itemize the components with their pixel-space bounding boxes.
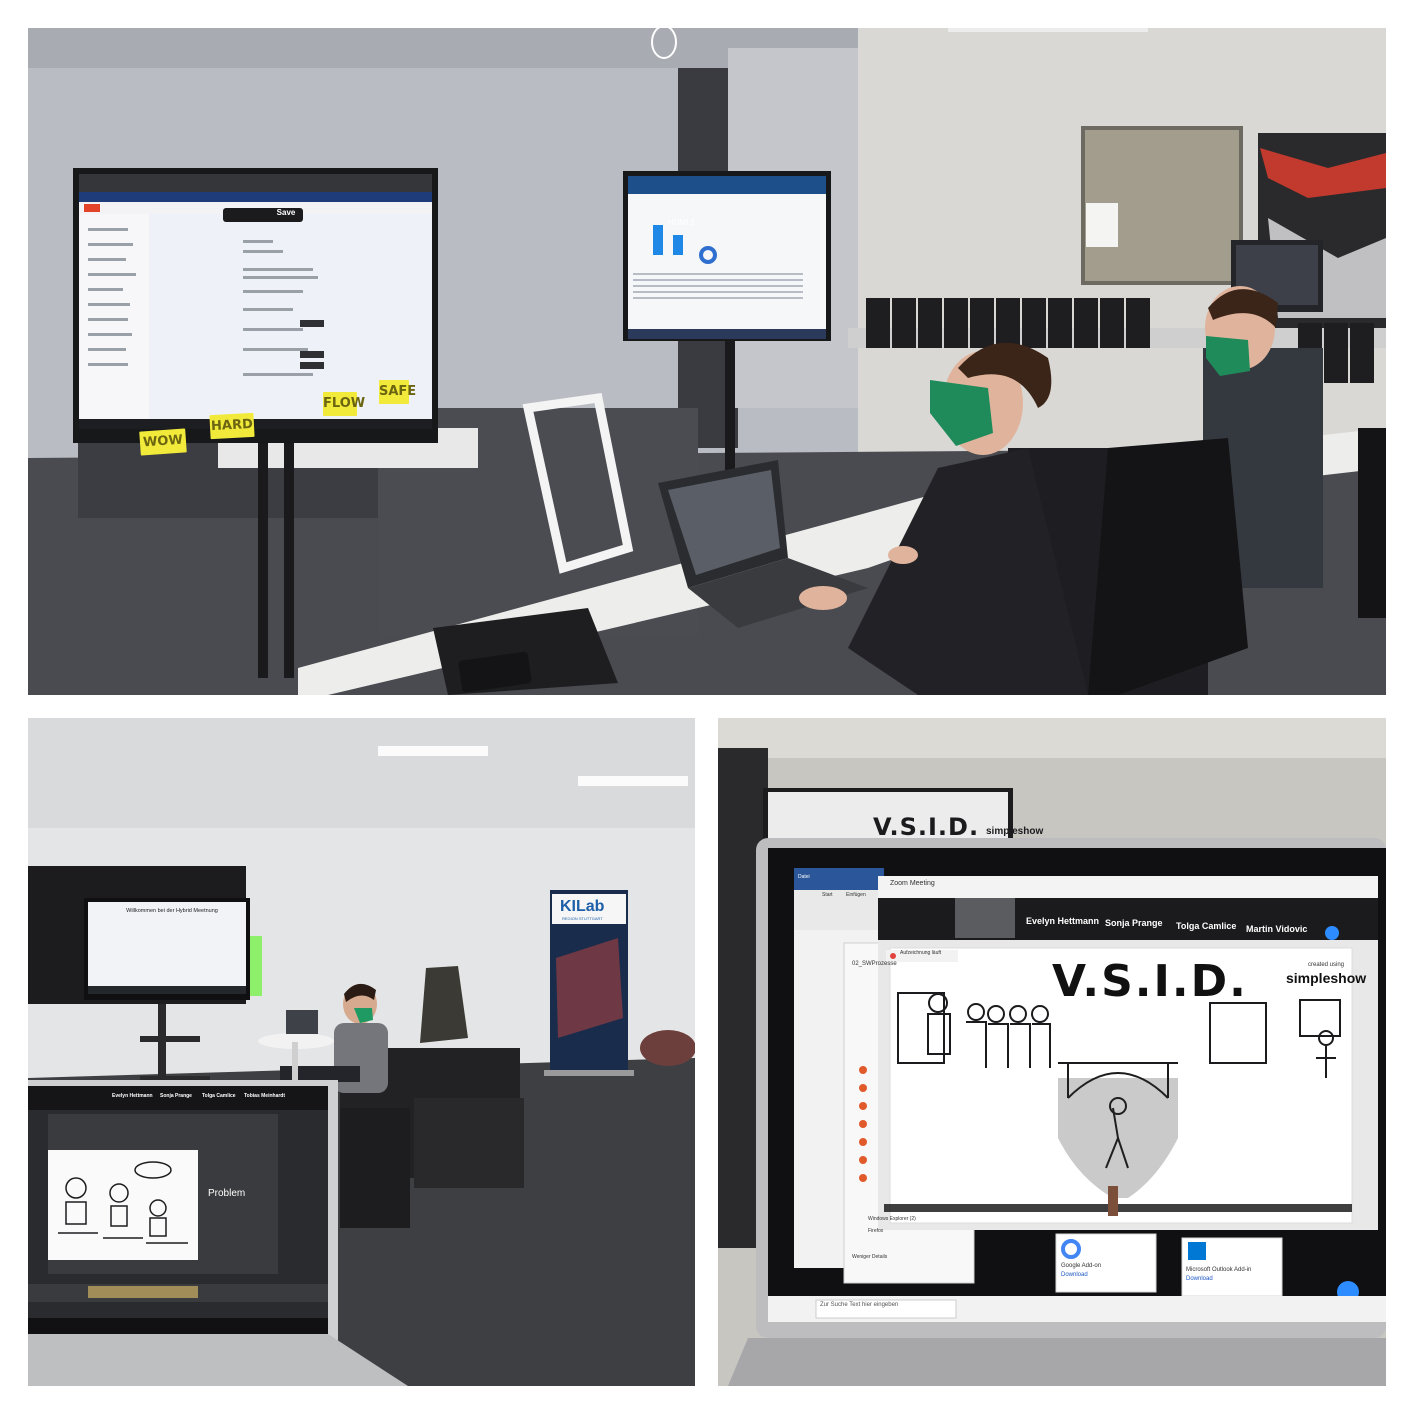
google-addin-download[interactable]: Download (1061, 1272, 1088, 1278)
zoom-participant-strip: Evelyn Hettmann Sonja Prange Tolga Camli… (878, 898, 1378, 938)
participant-name: Evelyn Hettmann (1026, 916, 1100, 926)
participant-name: Tobias Meinhardt (244, 1093, 286, 1099)
participant-name: Tolga Camlice (202, 1093, 236, 1099)
sticky-note-safe: SAFE (379, 380, 416, 404)
simpleshow-logo: simpleshow (1286, 970, 1367, 986)
meeting-room-scene (28, 718, 695, 1386)
banner-subtitle: REGION STUTTGART (562, 916, 603, 921)
zoom-participant-bar: Evelyn Hettmann Sonja Prange Tolga Camli… (68, 1093, 328, 1105)
laptop-scene (718, 718, 1386, 1386)
outlook-addin-download[interactable]: Download (1186, 1276, 1213, 1282)
tv-welcome-heading: Willkommen bei der Hybrid Meetnung (126, 908, 218, 914)
photo-hybrid-meeting-room: Willkommen bei der Hybrid Meetnung KILab… (28, 718, 695, 1386)
photo-office-two-screens: Save HDMI 1 WOW HARD FLOW SAFE (28, 28, 1386, 695)
taskbar-search-input[interactable]: Zur Suche Text hier eingeben (820, 1302, 898, 1308)
office-scene (28, 28, 1386, 695)
recording-indicator: Aufzeichnung läuft (900, 950, 942, 956)
back-screen-brand: simpleshow (986, 826, 1044, 837)
photo-zoom-laptop: V.S.I.D. simpleshow Zoom Meeting Datei S… (718, 718, 1386, 1386)
brand-tagline: created using (1308, 962, 1345, 968)
ribbon-tab[interactable]: Einfügen (846, 892, 866, 898)
gitlab-save-button: Save (276, 208, 296, 217)
kilab-logo: KILab (560, 898, 605, 915)
participant-name: Sonja Prange (1105, 918, 1163, 928)
file-tab-label[interactable]: 02_SWProzesse (852, 961, 897, 967)
slide-title: Problem (208, 1188, 246, 1199)
participant-name: Evelyn Hettmann (112, 1093, 153, 1099)
fewer-details-link[interactable]: Weniger Details (852, 1254, 887, 1260)
participant-name: Sonja Prange (160, 1093, 192, 1099)
zoom-window-title: Zoom Meeting (890, 880, 935, 887)
sticky-note-flow: FLOW (323, 392, 365, 416)
list-item[interactable]: Windows Explorer (2) (868, 1216, 916, 1222)
participant-name: Martin Vidovic (1246, 924, 1308, 934)
video-title: V.S.I.D. (1052, 956, 1248, 1007)
google-addin-name: Google Add-on (1061, 1263, 1102, 1269)
ribbon-tab[interactable]: Start (822, 892, 833, 898)
list-item[interactable]: Firefox (868, 1228, 883, 1234)
outlook-addin-name: Microsoft Outlook Add-in (1186, 1267, 1252, 1273)
back-screen-title: V.S.I.D. (873, 813, 980, 841)
sticky-note-wow: WOW (139, 428, 187, 456)
hdmi-input-label: HDMI 1 (668, 218, 696, 227)
participant-name: Tolga Camlice (1176, 921, 1237, 931)
sticky-note-hard: HARD (209, 412, 255, 440)
ribbon-tab[interactable]: Datei (798, 874, 810, 880)
